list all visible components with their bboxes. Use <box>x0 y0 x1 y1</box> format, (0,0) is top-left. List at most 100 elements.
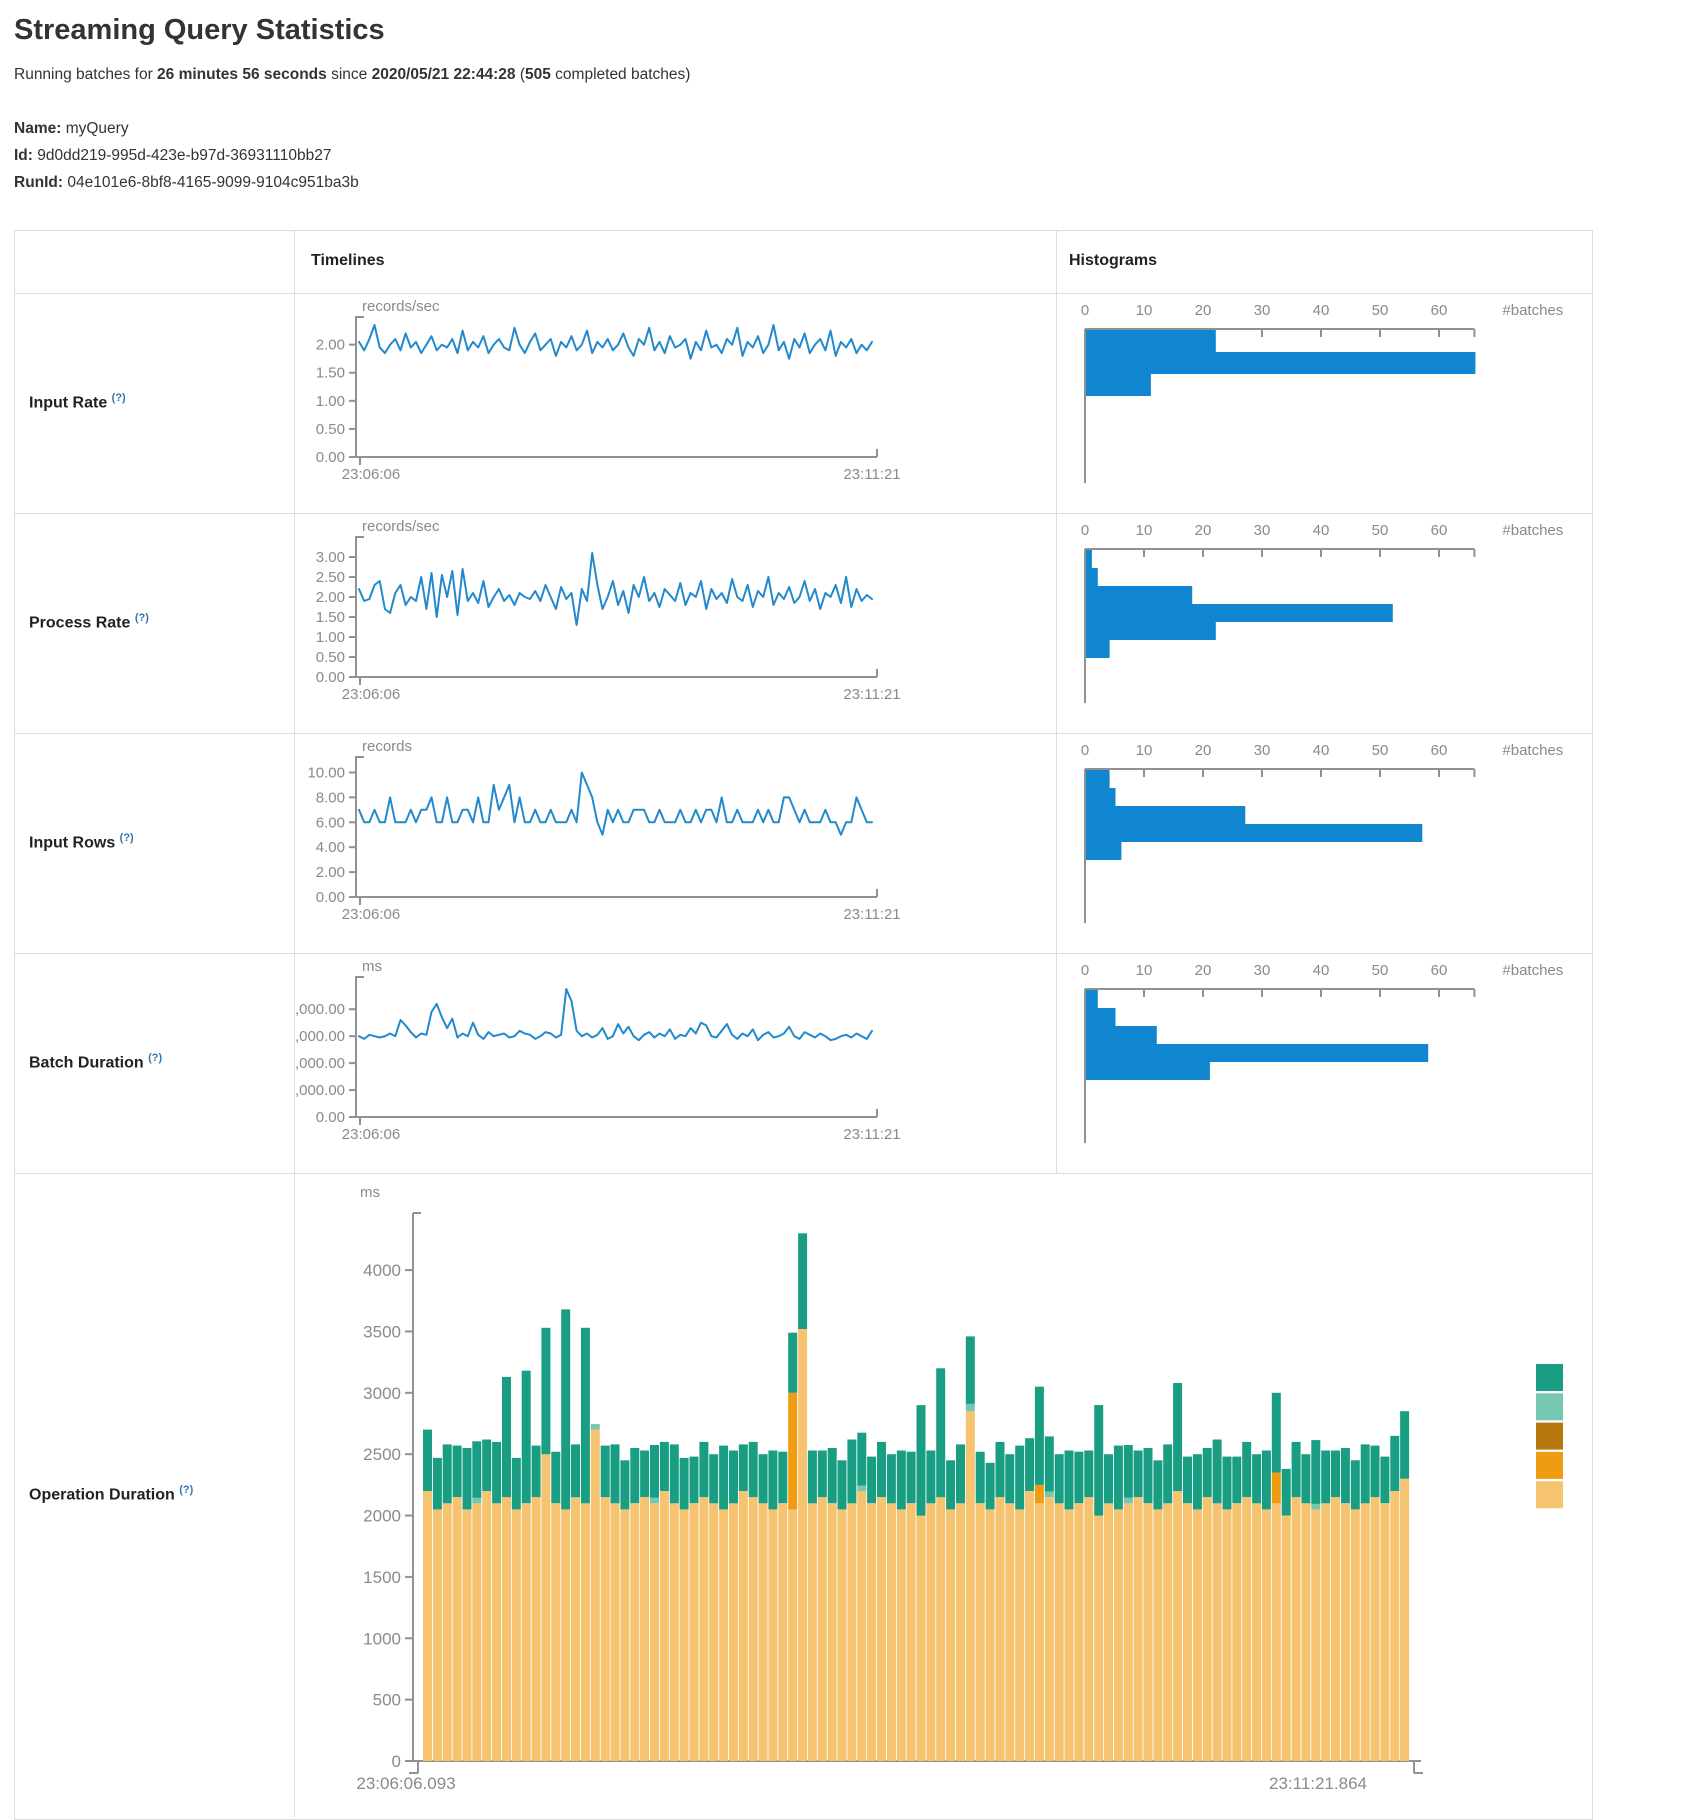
series-green-segment <box>778 1452 787 1504</box>
histogram-x-tick: 10 <box>1136 522 1153 539</box>
series-tan-segment <box>630 1503 639 1761</box>
input-rate-histogram-chart: 0102030405060#batches <box>1058 295 1592 511</box>
row-label-input-rate: Input Rate (?) <box>29 392 284 412</box>
series-green-segment <box>1223 1457 1232 1510</box>
series-green-segment <box>1380 1457 1389 1504</box>
operation-duration-help-icon[interactable]: (?) <box>179 1484 193 1496</box>
series-green-segment <box>867 1457 876 1504</box>
series-green-segment <box>1055 1454 1064 1503</box>
timeline-y-tick: 1.50 <box>316 609 345 626</box>
series-green-segment <box>690 1457 699 1504</box>
series-green-segment <box>986 1463 995 1510</box>
input-rows-timeline-chart: records10.008.006.004.002.000.0023:06:06… <box>296 735 1054 951</box>
series-green-segment <box>1163 1444 1172 1503</box>
batch-duration-label: Batch Duration <box>29 1054 144 1071</box>
series-light-teal-segment <box>1045 1492 1054 1498</box>
series-tan-segment <box>838 1509 847 1761</box>
series-green-segment <box>818 1451 827 1498</box>
series-green-segment <box>917 1405 926 1516</box>
series-tan-segment <box>1074 1503 1083 1761</box>
series-tan-segment <box>887 1503 896 1761</box>
summary-paren: ( <box>516 66 525 83</box>
series-tan-segment <box>660 1491 669 1761</box>
series-green-segment <box>551 1452 560 1504</box>
series-green-segment <box>1104 1454 1113 1503</box>
series-tan-segment <box>709 1503 718 1761</box>
series-green-segment <box>650 1445 659 1498</box>
series-tan-segment <box>433 1509 442 1761</box>
series-green-segment <box>1035 1387 1044 1485</box>
histogram-x-tick: 20 <box>1195 522 1212 539</box>
legend <box>1536 1364 1563 1508</box>
timeline-y-tick: 0.50 <box>316 421 345 438</box>
series-tan-segment <box>650 1503 659 1761</box>
stacked-y-tick: 3500 <box>363 1322 401 1341</box>
histogram-bar <box>1086 842 1121 860</box>
timeline-unit-label: records <box>362 738 412 755</box>
histogram-bars <box>1086 990 1428 1080</box>
series-tan-segment <box>739 1491 748 1761</box>
input-rate-help-icon[interactable]: (?) <box>112 392 126 404</box>
series-green-segment <box>443 1444 452 1503</box>
series-green-segment <box>472 1441 481 1498</box>
divider <box>15 733 1592 734</box>
timeline-axes <box>349 536 877 685</box>
timeline-y-tick: 2.50 <box>316 569 345 586</box>
series-green-segment <box>788 1333 797 1393</box>
series-tan-segment <box>1015 1509 1024 1761</box>
timeline-x-start-label: 23:06:06 <box>342 466 400 483</box>
series-green-segment <box>1301 1454 1310 1503</box>
series-tan-segment <box>611 1503 620 1761</box>
process-rate-help-icon[interactable]: (?) <box>135 612 149 624</box>
stacked-y-tick: 4000 <box>363 1261 401 1280</box>
histogram-bar <box>1086 770 1110 788</box>
timeline-y-tick: 6.00 <box>316 814 345 831</box>
series-green-segment <box>492 1442 501 1503</box>
legend-swatch-4 <box>1536 1481 1563 1508</box>
batch-duration-help-icon[interactable]: (?) <box>148 1052 162 1064</box>
series-green-segment <box>522 1371 531 1504</box>
series-tan-segment <box>966 1411 975 1761</box>
histogram-batches-label: #batches <box>1502 522 1563 539</box>
series-tan-segment <box>472 1503 481 1761</box>
series-tan-segment <box>1163 1503 1172 1761</box>
series-tan-segment <box>620 1509 629 1761</box>
series-green-segment <box>719 1446 728 1510</box>
series-tan-segment <box>1025 1491 1034 1761</box>
histogram-bar <box>1086 640 1110 658</box>
series-tan-segment <box>502 1497 511 1761</box>
series-tan-segment <box>1351 1509 1360 1761</box>
histogram-x-tick: 20 <box>1195 302 1212 319</box>
series-tan-segment <box>423 1491 432 1761</box>
series-tan-segment <box>1311 1509 1320 1761</box>
histogram-x-tick: 40 <box>1313 962 1330 979</box>
series-green-segment <box>1371 1446 1380 1498</box>
series-green-segment <box>1173 1383 1182 1491</box>
series-tan-segment <box>532 1497 541 1761</box>
series-green-segment <box>936 1368 945 1497</box>
series-tan-segment <box>512 1509 521 1761</box>
input-rows-help-icon[interactable]: (?) <box>120 832 134 844</box>
batch-duration-histogram-chart: 0102030405060#batches <box>1058 955 1592 1171</box>
stacked-y-tick: 1500 <box>363 1568 401 1587</box>
series-tan-segment <box>1232 1503 1241 1761</box>
timeline-y-tick: 0.00 <box>316 889 345 906</box>
series-tan-segment <box>1045 1497 1054 1761</box>
series-green-segment <box>620 1460 629 1509</box>
row-label-batch-duration: Batch Duration (?) <box>29 1052 284 1072</box>
series-tan-segment <box>986 1509 995 1761</box>
series-green-segment <box>502 1377 511 1497</box>
timeline-y-tick: 1.00 <box>316 393 345 410</box>
column-header-histograms: Histograms <box>1069 252 1157 270</box>
row-label-process-rate: Process Rate (?) <box>29 612 284 632</box>
series-green-segment <box>670 1444 679 1503</box>
histogram-x-tick: 0 <box>1081 962 1089 979</box>
series-tan-segment <box>729 1503 738 1761</box>
histogram-x-tick: 20 <box>1195 962 1212 979</box>
histogram-x-tick: 40 <box>1313 742 1330 759</box>
row-label-input-rows: Input Rows (?) <box>29 832 284 852</box>
timeline-line <box>359 989 872 1040</box>
histogram-bars <box>1086 330 1475 396</box>
series-tan-segment <box>1223 1509 1232 1761</box>
series-orange-segment <box>1035 1485 1044 1503</box>
